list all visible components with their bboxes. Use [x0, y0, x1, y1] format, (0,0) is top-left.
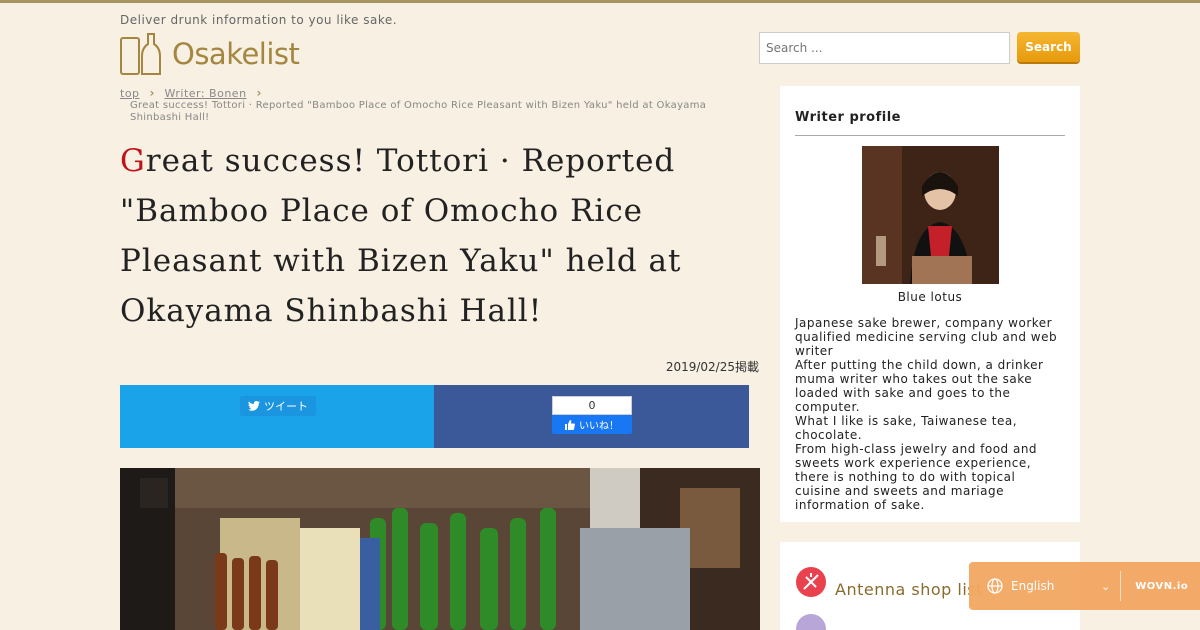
globe-icon — [987, 578, 1003, 594]
like-label: いいね！ — [579, 421, 619, 432]
antenna-shop-link[interactable]: Antenna shop list — [835, 580, 983, 599]
sake-bottle-logo-icon — [120, 33, 161, 75]
publish-date: 2019/02/25掲載 — [665, 360, 759, 374]
thumbs-up-icon — [565, 419, 575, 430]
like-count: 0 — [552, 396, 632, 415]
writer-name: Blue lotus — [897, 290, 963, 304]
language-select[interactable]: English — [1011, 579, 1101, 593]
logo-text: Osakelist — [172, 37, 300, 71]
writer-portrait-image — [861, 146, 999, 284]
writer-profile-card: Writer profile Blue lotus Japanese sake … — [780, 86, 1080, 522]
facebook-share-area: 0 いいね！ — [434, 385, 749, 448]
twitter-share-area: ツイート — [120, 385, 434, 448]
twitter-bird-icon — [248, 401, 260, 411]
article-hero-photo — [120, 468, 760, 630]
site-tagline: Deliver drunk information to you like sa… — [120, 13, 398, 27]
search-input[interactable] — [759, 32, 1010, 64]
tweet-button[interactable]: ツイート — [240, 396, 316, 416]
breadcrumb-writer-link[interactable]: Writer: Bonen — [164, 87, 246, 100]
site-logo[interactable]: Osakelist — [120, 32, 300, 76]
writer-bio: Japanese sake brewer, company worker qua… — [795, 316, 1058, 512]
writer-avatar — [861, 146, 999, 284]
tweet-label: ツイート — [264, 400, 308, 413]
chevron-right-icon: › — [256, 86, 262, 100]
top-border — [0, 0, 1200, 3]
chevron-down-icon: ⌄ — [1101, 579, 1111, 593]
breadcrumb-top-link[interactable]: top — [120, 87, 140, 100]
pen-icon — [796, 614, 826, 630]
search-button[interactable]: Search — [1017, 32, 1080, 62]
language-switcher[interactable]: English ⌄ WOVN.io — [969, 562, 1200, 610]
antenna-shop-icon — [796, 567, 826, 597]
title-text: reat success! Tottori · Reported "Bamboo… — [120, 143, 682, 329]
breadcrumb-current: Great success! Tottori · Reported "Bambo… — [130, 100, 707, 123]
breadcrumb: top › Writer: Bonen › Great success! Tot… — [120, 86, 720, 124]
article-title: Great success! Tottori · Reported "Bambo… — [120, 136, 770, 336]
wovn-logo: WOVN.io — [1135, 580, 1189, 592]
title-drop-letter: G — [120, 143, 146, 179]
chevron-right-icon: › — [149, 86, 155, 100]
profile-heading: Writer profile — [795, 110, 1065, 136]
sake-bottles-photo — [120, 468, 760, 630]
like-button[interactable]: いいね！ — [552, 415, 632, 434]
share-bar: ツイート 0 いいね！ — [120, 385, 749, 448]
divider — [1120, 571, 1122, 601]
